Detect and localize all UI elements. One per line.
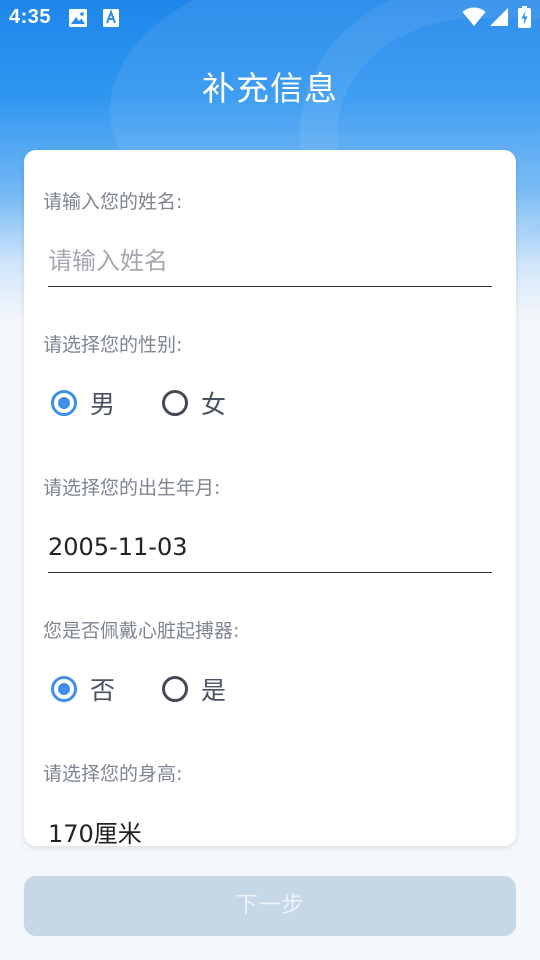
wifi-icon <box>462 7 486 31</box>
gender-female-radio[interactable]: 女 <box>162 385 226 421</box>
pacemaker-label: 您是否佩戴心脏起搏器: <box>43 620 240 642</box>
gallery-icon <box>69 9 87 31</box>
pacemaker-no-label: 否 <box>90 676 116 705</box>
gender-male-label: 男 <box>90 390 116 419</box>
name-input[interactable] <box>48 236 492 287</box>
status-time: 4:35 <box>9 6 52 28</box>
radio-checked-icon <box>51 676 77 702</box>
name-label: 请输入您的姓名: <box>43 191 183 213</box>
info-form-card: 请输入您的姓名: 请选择您的性别: 男 女 请选择您的出生年月: 2005-11… <box>24 150 516 846</box>
height-label: 请选择您的身高: <box>43 763 183 785</box>
battery-charging-icon <box>518 6 531 32</box>
gender-label: 请选择您的性别: <box>43 334 183 356</box>
radio-checked-icon <box>51 390 77 416</box>
page-title: 补充信息 <box>202 69 338 108</box>
birth-label: 请选择您的出生年月: <box>43 477 221 499</box>
gender-male-radio[interactable]: 男 <box>51 385 115 421</box>
birth-date-field[interactable]: 2005-11-03 <box>48 522 492 573</box>
radio-unchecked-icon <box>162 676 188 702</box>
pacemaker-yes-label: 是 <box>201 676 227 705</box>
signal-icon <box>489 7 509 31</box>
pacemaker-yes-radio[interactable]: 是 <box>162 671 226 707</box>
height-field[interactable]: 170厘米 <box>48 814 142 846</box>
status-bar: 4:35 <box>0 0 540 36</box>
gender-female-label: 女 <box>201 390 227 419</box>
radio-unchecked-icon <box>162 390 188 416</box>
pacemaker-no-radio[interactable]: 否 <box>51 671 115 707</box>
next-step-button[interactable]: 下一步 <box>24 876 516 936</box>
text-app-icon <box>103 9 119 31</box>
